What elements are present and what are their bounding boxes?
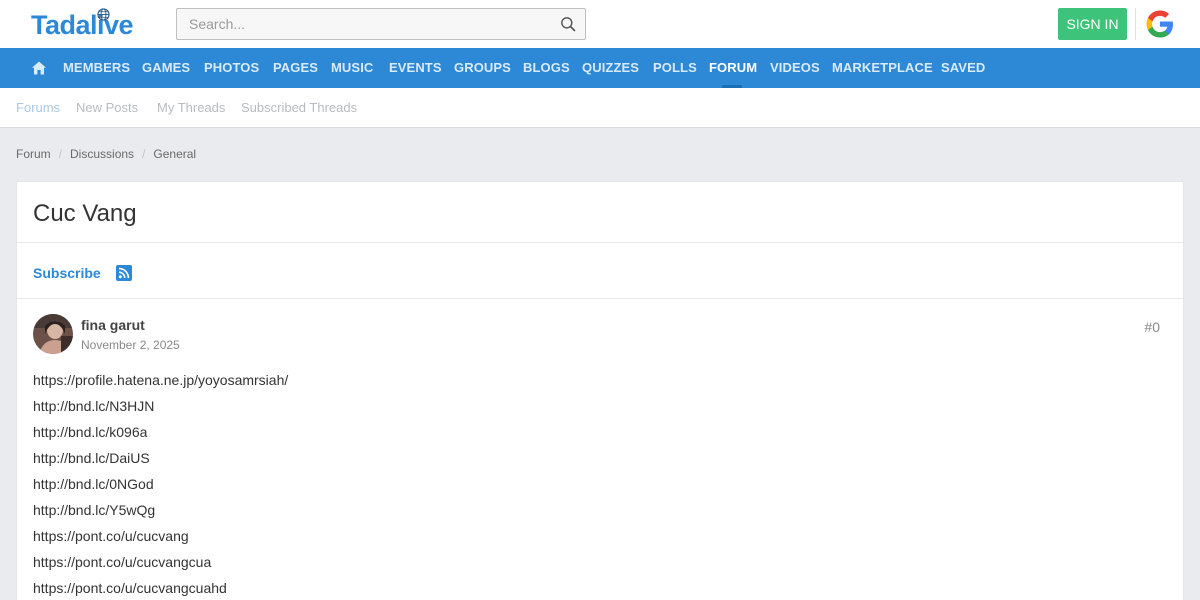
forum-subnav: Forums New Posts My Threads Subscribed T… <box>0 88 1200 128</box>
search-box <box>176 8 586 40</box>
post-line: https://pont.co/u/cucvang <box>33 528 189 544</box>
sign-in-button[interactable]: SIGN IN <box>1058 8 1127 40</box>
nav-videos[interactable]: VIDEOS <box>770 48 820 88</box>
main-nav: MEMBERS GAMES PHOTOS PAGES MUSIC EVENTS … <box>0 48 1200 88</box>
nav-photos[interactable]: PHOTOS <box>204 48 259 88</box>
thread-title: Cuc Vang <box>33 200 137 227</box>
avatar-image <box>33 314 73 354</box>
nav-saved[interactable]: SAVED <box>941 48 985 88</box>
nav-pages[interactable]: PAGES <box>273 48 318 88</box>
post-body: https://profile.hatena.ne.jp/yoyosamrsia… <box>33 371 288 600</box>
subnav-forums[interactable]: Forums <box>16 88 60 128</box>
post-line: http://bnd.lc/k096a <box>33 424 148 440</box>
home-icon[interactable] <box>31 60 47 76</box>
post-line: http://bnd.lc/DaiUS <box>33 450 150 466</box>
site-logo[interactable]: Tadalive <box>31 8 134 40</box>
nav-blogs[interactable]: BLOGS <box>523 48 570 88</box>
nav-quizzes[interactable]: QUIZZES <box>582 48 639 88</box>
rss-icon[interactable] <box>116 265 132 281</box>
google-icon[interactable] <box>1144 8 1176 40</box>
post-line: http://bnd.lc/Y5wQg <box>33 502 156 518</box>
post-date: November 2, 2025 <box>81 338 180 352</box>
subnav-my-threads[interactable]: My Threads <box>157 88 225 128</box>
top-header: Tadalive SIGN IN <box>0 0 1200 48</box>
divider <box>17 242 1183 243</box>
breadcrumb-separator: / <box>58 147 63 161</box>
globe-icon <box>97 8 110 21</box>
logo-text: Tadalive <box>31 10 134 40</box>
breadcrumb-discussions[interactable]: Discussions <box>70 147 134 161</box>
search-icon[interactable] <box>560 16 576 32</box>
nav-forum[interactable]: FORUM <box>709 48 757 88</box>
nav-members[interactable]: MEMBERS <box>63 48 130 88</box>
search-input[interactable] <box>177 9 547 39</box>
subnav-new-posts[interactable]: New Posts <box>76 88 138 128</box>
post-line: http://bnd.lc/N3HJN <box>33 398 155 414</box>
breadcrumb-separator: / <box>142 147 146 161</box>
post-line: https://pont.co/u/cucvangcua <box>33 554 212 570</box>
post-author[interactable]: fina garut <box>81 317 145 333</box>
post-line: https://profile.hatena.ne.jp/yoyosamrsia… <box>33 372 289 388</box>
nav-music[interactable]: MUSIC <box>331 48 373 88</box>
avatar[interactable] <box>33 314 73 354</box>
nav-games[interactable]: GAMES <box>142 48 190 88</box>
breadcrumb: Forum / Discussions / General <box>16 145 196 163</box>
header-divider <box>1135 8 1136 40</box>
breadcrumb-general[interactable]: General <box>153 147 196 161</box>
divider <box>17 298 1183 299</box>
post-line: https://pont.co/u/cucvangcuahd <box>33 580 227 596</box>
nav-polls[interactable]: POLLS <box>653 48 697 88</box>
nav-events[interactable]: EVENTS <box>389 48 442 88</box>
nav-marketplace[interactable]: MARKETPLACE <box>832 48 933 88</box>
nav-groups[interactable]: GROUPS <box>454 48 511 88</box>
thread-card: Cuc Vang Subscribe fina garut November 2… <box>16 181 1184 600</box>
post-line: http://bnd.lc/0NGod <box>33 476 154 492</box>
breadcrumb-forum[interactable]: Forum <box>16 147 51 161</box>
post-number[interactable]: #0 <box>1144 319 1160 335</box>
subnav-subscribed-threads[interactable]: Subscribed Threads <box>241 88 357 128</box>
subscribe-link[interactable]: Subscribe <box>33 265 101 281</box>
